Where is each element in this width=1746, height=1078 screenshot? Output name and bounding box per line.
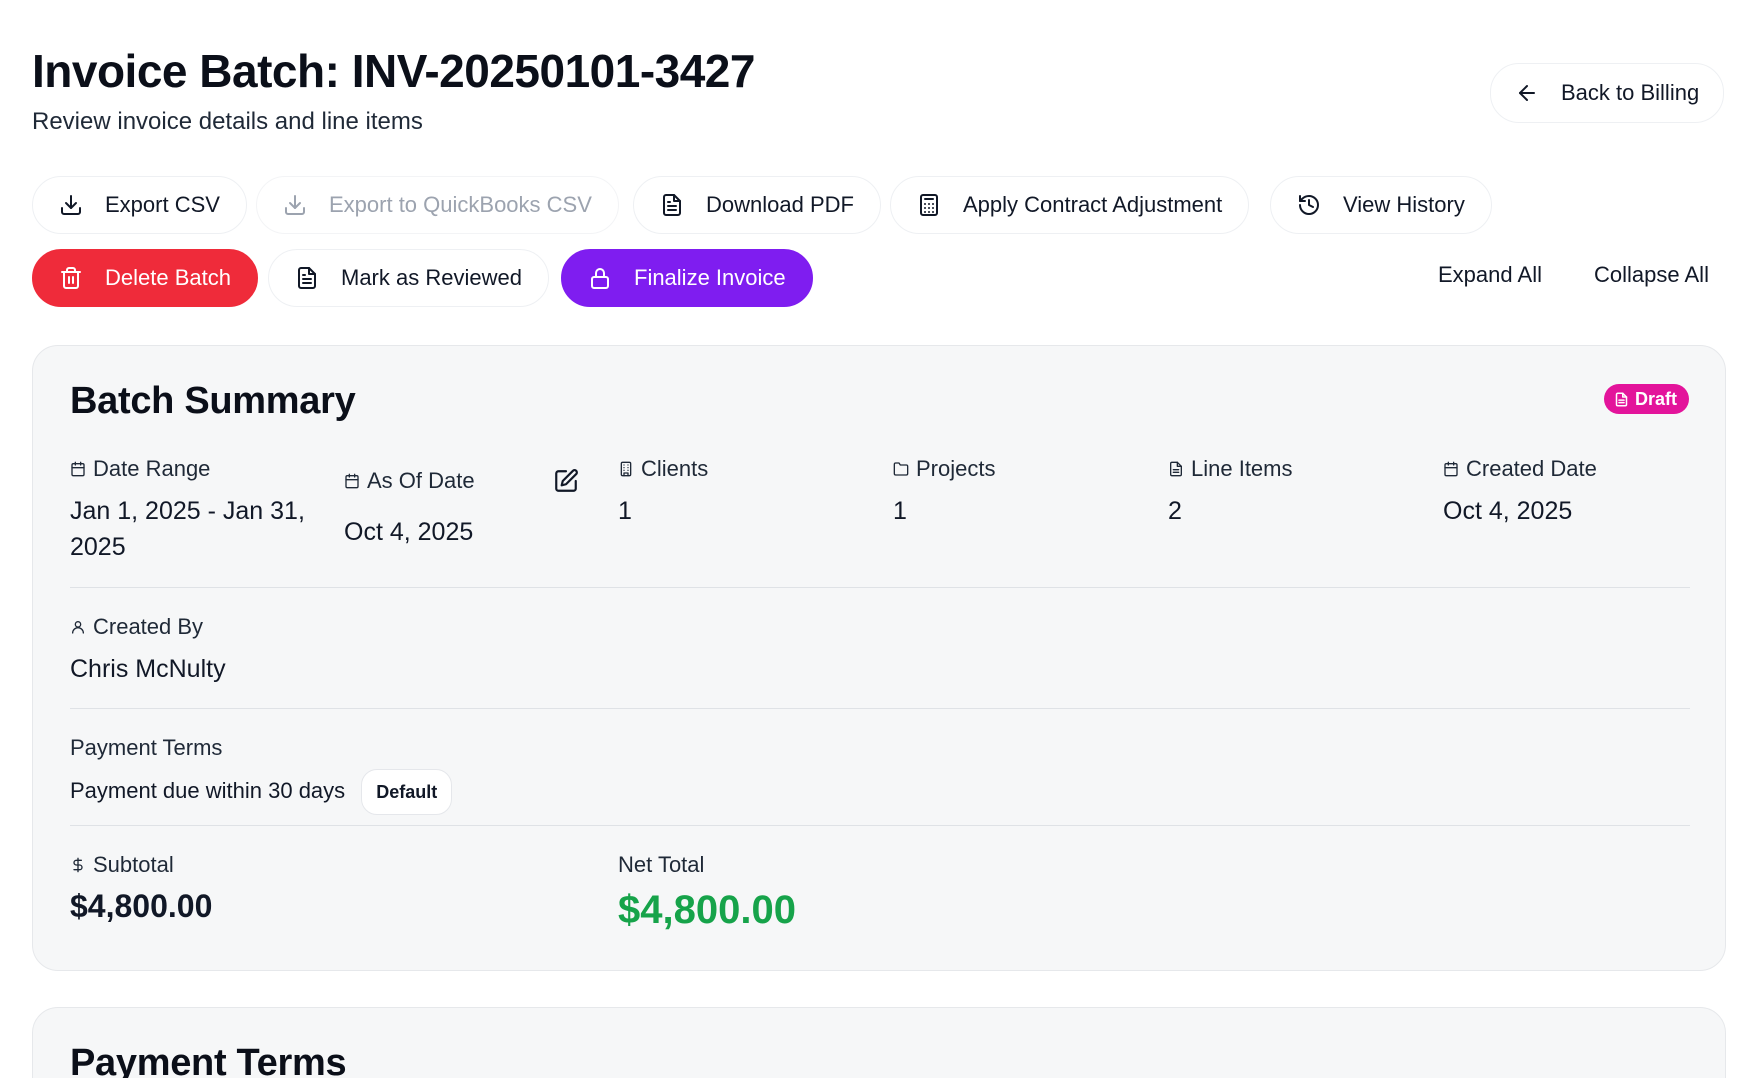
as-of-date-value: Oct 4, 2025 bbox=[344, 518, 474, 546]
file-icon bbox=[1615, 392, 1628, 406]
payment-terms-field: Payment Terms Payment due within 30 days… bbox=[70, 735, 453, 815]
file-text-icon bbox=[1170, 461, 1182, 477]
mark-as-reviewed-button[interactable]: Mark as Reviewed bbox=[268, 249, 549, 307]
file-text-icon bbox=[663, 194, 681, 216]
divider bbox=[70, 708, 1690, 709]
folder-icon bbox=[893, 462, 909, 476]
line-items-field: Line Items 2 bbox=[1168, 456, 1293, 529]
clients-value: 1 bbox=[618, 497, 632, 525]
view-history-label: View History bbox=[1343, 192, 1465, 217]
calculator-icon bbox=[920, 194, 938, 216]
projects-value: 1 bbox=[893, 497, 907, 525]
projects-label: Projects bbox=[916, 456, 996, 481]
export-csv-label: Export CSV bbox=[105, 192, 220, 217]
lock-icon bbox=[591, 268, 609, 289]
as-of-date-field: As Of Date Oct 4, 2025 bbox=[344, 468, 475, 550]
page-title: Invoice Batch: INV-20250101-3427 bbox=[32, 45, 755, 97]
date-range-value: Jan 1, 2025 - Jan 31, 2025 bbox=[70, 497, 305, 561]
divider bbox=[70, 825, 1690, 826]
file-text-icon bbox=[298, 267, 316, 289]
as-of-date-label: As Of Date bbox=[367, 468, 475, 493]
batch-summary-card: Batch Summary Draft Date Range Jan 1, 20… bbox=[32, 345, 1726, 971]
batch-summary-title: Batch Summary bbox=[70, 380, 356, 422]
date-range-field: Date Range Jan 1, 2025 - Jan 31, 2025 bbox=[70, 456, 315, 565]
arrow-left-icon bbox=[1519, 85, 1535, 101]
back-to-billing-button[interactable]: Back to Billing bbox=[1490, 63, 1725, 123]
collapse-all-button[interactable]: Collapse All bbox=[1594, 262, 1709, 288]
export-csv-button[interactable]: Export CSV bbox=[32, 176, 247, 234]
download-icon bbox=[285, 195, 305, 215]
finalize-invoice-label: Finalize Invoice bbox=[634, 265, 786, 290]
status-badge-label: Draft bbox=[1634, 388, 1677, 409]
created-by-label: Created By bbox=[93, 614, 204, 639]
calendar-icon bbox=[345, 473, 359, 489]
created-date-field: Created Date Oct 4, 2025 bbox=[1443, 456, 1597, 529]
finalize-invoice-button[interactable]: Finalize Invoice bbox=[561, 249, 813, 307]
export-quickbooks-button[interactable]: Export to QuickBooks CSV bbox=[256, 176, 619, 234]
payment-terms-card: Payment Terms bbox=[32, 1007, 1726, 1078]
net-total-value: $4,800.00 bbox=[618, 888, 796, 932]
payment-terms-value: Payment due within 30 days bbox=[70, 777, 346, 803]
payment-terms-label: Payment Terms bbox=[70, 735, 223, 760]
dollar-icon bbox=[73, 857, 83, 873]
export-quickbooks-label: Export to QuickBooks CSV bbox=[329, 192, 592, 217]
back-to-billing-label: Back to Billing bbox=[1561, 80, 1700, 105]
subtotal-label: Subtotal bbox=[93, 852, 174, 877]
line-items-label: Line Items bbox=[1191, 456, 1293, 481]
mark-as-reviewed-label: Mark as Reviewed bbox=[341, 265, 522, 290]
status-badge: Draft bbox=[1603, 384, 1689, 414]
net-total-field: Net Total $4,800.00 bbox=[618, 852, 796, 933]
calendar-icon bbox=[1444, 461, 1458, 477]
edit-icon[interactable] bbox=[553, 468, 579, 494]
building-icon bbox=[620, 461, 632, 477]
line-items-value: 2 bbox=[1168, 497, 1182, 525]
download-icon bbox=[61, 195, 81, 215]
date-range-label: Date Range bbox=[93, 456, 211, 481]
history-icon bbox=[1299, 195, 1319, 215]
payment-terms-title: Payment Terms bbox=[70, 1042, 347, 1078]
calendar-icon bbox=[71, 461, 85, 477]
created-by-field: Created By Chris McNulty bbox=[70, 614, 226, 687]
delete-batch-button[interactable]: Delete Batch bbox=[32, 249, 258, 307]
download-pdf-button[interactable]: Download PDF bbox=[633, 176, 881, 234]
created-date-value: Oct 4, 2025 bbox=[1443, 497, 1573, 525]
expand-all-button[interactable]: Expand All bbox=[1438, 262, 1542, 288]
user-icon bbox=[72, 621, 84, 634]
projects-field: Projects 1 bbox=[893, 456, 995, 529]
created-date-label: Created Date bbox=[1466, 456, 1597, 481]
clients-field: Clients 1 bbox=[618, 456, 708, 529]
divider bbox=[70, 587, 1690, 588]
created-by-value: Chris McNulty bbox=[70, 655, 226, 683]
default-badge: Default bbox=[361, 769, 453, 815]
apply-contract-adjustment-button[interactable]: Apply Contract Adjustment bbox=[890, 176, 1250, 234]
page-subtitle: Review invoice details and line items bbox=[32, 108, 423, 135]
delete-batch-label: Delete Batch bbox=[105, 265, 231, 290]
net-total-label: Net Total bbox=[618, 852, 705, 877]
subtotal-value: $4,800.00 bbox=[70, 888, 213, 924]
download-pdf-label: Download PDF bbox=[706, 192, 854, 217]
apply-contract-adjustment-label: Apply Contract Adjustment bbox=[963, 192, 1223, 217]
view-history-button[interactable]: View History bbox=[1270, 176, 1492, 234]
subtotal-field: Subtotal $4,800.00 bbox=[70, 852, 212, 925]
clients-label: Clients bbox=[641, 456, 709, 481]
trash-icon bbox=[61, 267, 81, 289]
